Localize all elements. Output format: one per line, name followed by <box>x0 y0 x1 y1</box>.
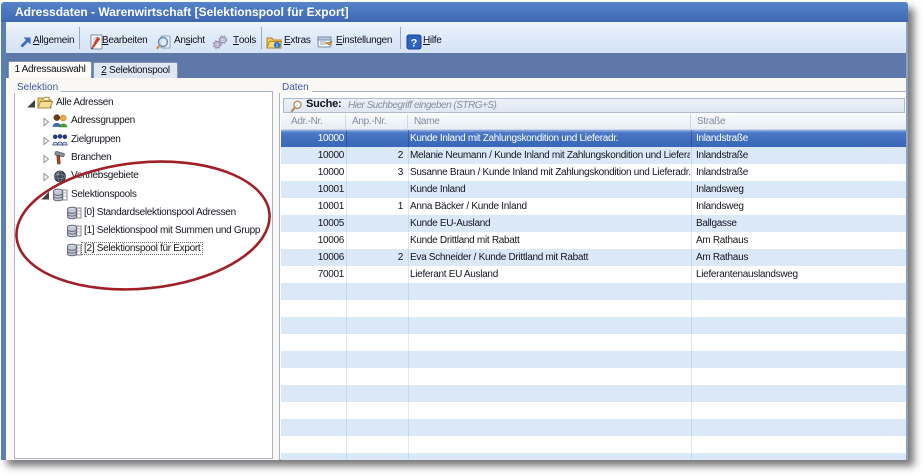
svg-text:?: ? <box>411 38 418 50</box>
svg-text:i: i <box>276 43 277 49</box>
